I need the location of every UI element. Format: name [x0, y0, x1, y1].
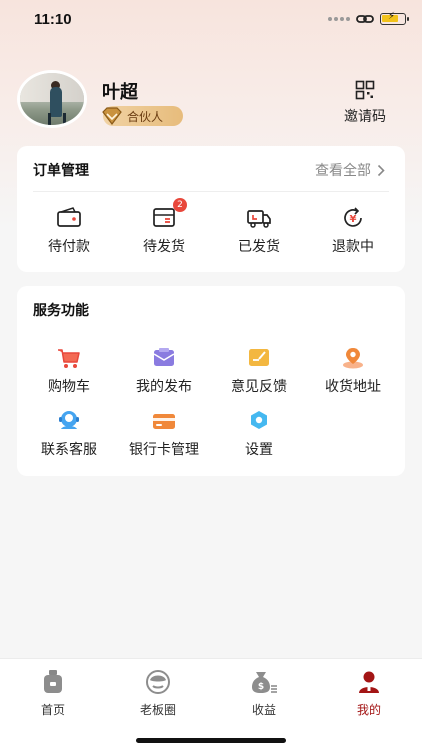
service-feedback[interactable]: 意见反馈: [211, 346, 307, 396]
status-time: 11:10: [34, 11, 72, 28]
tab-label: 我的: [356, 703, 381, 717]
tab-earnings[interactable]: $ 收益: [224, 669, 304, 718]
order-item-label: 已发货: [238, 239, 280, 255]
bottom-tab-bar: 首页 老板圈 $ 收益 我的: [0, 658, 422, 750]
tab-home[interactable]: 首页: [13, 669, 93, 718]
order-section-title: 订单管理: [33, 163, 89, 179]
invite-code-label: 邀请码: [344, 109, 386, 125]
diamond-icon: [102, 107, 122, 125]
boss-circle-icon: [146, 670, 170, 694]
order-pending-payment[interactable]: 待付款: [21, 206, 117, 256]
settings-icon: [251, 411, 267, 429]
tab-label: 老板圈: [139, 703, 176, 717]
order-management-card: 订单管理 查看全部 待付款 2 待发货 已发货 ¥ 退款中: [17, 146, 405, 272]
order-item-label: 待付款: [48, 239, 90, 255]
pending-shipment-badge: 2: [173, 198, 187, 212]
package-icon-wrap: 2: [151, 198, 187, 230]
service-functions-card: 服务功能 购物车 我的发布 意见反馈 收货地址 联系客服 银行卡管理 设置: [17, 286, 405, 476]
service-item-label: 设置: [245, 442, 273, 458]
customer-service-icon: [59, 411, 79, 429]
order-pending-shipment[interactable]: 2 待发货: [116, 198, 212, 256]
partner-badge: 合伙人: [102, 106, 183, 126]
publish-icon: [153, 348, 175, 366]
order-item-label: 退款中: [332, 239, 374, 255]
refund-icon: ¥: [344, 207, 362, 227]
home-icon: [44, 670, 62, 693]
service-address[interactable]: 收货地址: [305, 346, 401, 396]
location-icon: [343, 348, 363, 369]
service-item-label: 购物车: [48, 379, 90, 395]
tab-profile[interactable]: 我的: [329, 669, 409, 718]
status-icons: ⚡: [328, 11, 409, 25]
view-all-label: 查看全部: [315, 163, 371, 179]
wallet-icon: [57, 207, 81, 227]
qr-code-icon: [355, 80, 375, 100]
service-cart[interactable]: 购物车: [21, 346, 117, 396]
service-customer-support[interactable]: 联系客服: [21, 409, 117, 459]
user-name: 叶超: [102, 82, 138, 103]
service-item-label: 收货地址: [325, 379, 381, 395]
service-settings[interactable]: 设置: [211, 409, 307, 459]
service-bank-cards[interactable]: 银行卡管理: [116, 409, 212, 459]
earnings-icon: $: [252, 672, 277, 693]
service-item-label: 我的发布: [136, 379, 192, 395]
link-icon: [356, 15, 374, 23]
service-my-posts[interactable]: 我的发布: [116, 346, 212, 396]
signal-icon: [328, 17, 350, 21]
svg-text:¥: ¥: [350, 214, 357, 225]
divider: [33, 191, 389, 192]
view-all-orders-link[interactable]: 查看全部: [315, 160, 385, 180]
order-item-label: 待发货: [143, 239, 185, 255]
bank-card-icon: [153, 414, 175, 429]
order-refunding[interactable]: ¥ 退款中: [305, 206, 401, 256]
service-item-label: 意见反馈: [231, 379, 287, 395]
package-icon: [153, 208, 175, 227]
service-section-title: 服务功能: [33, 303, 89, 319]
chevron-right-icon: [377, 164, 385, 176]
service-item-label: 联系客服: [41, 442, 97, 458]
partner-badge-label: 合伙人: [127, 109, 164, 124]
feedback-icon: [249, 349, 269, 366]
service-item-label: 银行卡管理: [129, 442, 199, 458]
invite-code-button[interactable]: 邀请码: [340, 80, 390, 126]
cart-icon: [58, 349, 80, 368]
home-indicator: [136, 738, 286, 743]
svg-text:$: $: [258, 682, 264, 692]
tab-label: 收益: [251, 703, 276, 717]
order-shipped[interactable]: 已发货: [211, 206, 307, 256]
tab-boss-circle[interactable]: 老板圈: [118, 669, 198, 718]
truck-icon: [247, 210, 271, 228]
avatar[interactable]: [17, 70, 87, 128]
battery-icon: ⚡: [380, 11, 409, 25]
status-bar: 11:10 ⚡: [0, 0, 422, 40]
tab-label: 首页: [40, 703, 65, 717]
profile-icon: [359, 671, 379, 693]
